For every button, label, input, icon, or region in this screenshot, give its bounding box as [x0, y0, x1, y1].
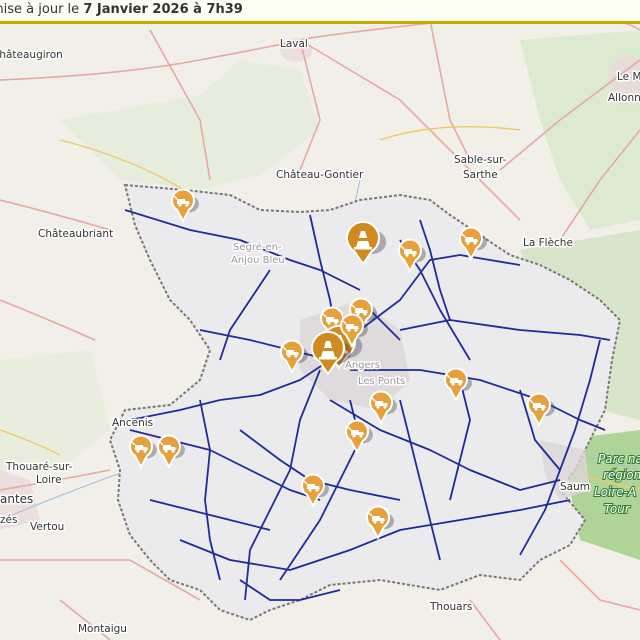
- label-thouare-2: Loire: [36, 474, 62, 486]
- label-sable-2: Sarthe: [463, 169, 498, 181]
- label-thouare-1: Thouaré-sur-: [5, 461, 73, 473]
- label-park-4: Tour: [604, 502, 631, 516]
- update-date: 7 Janvier 2026 à 7h39: [83, 2, 243, 17]
- label-allonnes: Allonne: [608, 92, 640, 104]
- label-la-fleche: La Flèche: [523, 237, 573, 249]
- label-reze: zés: [0, 514, 17, 526]
- label-park-1: Parc na: [598, 452, 640, 466]
- label-chateau-gontier: Château-Gontier: [276, 169, 364, 181]
- label-park-2: région: [603, 468, 640, 482]
- update-prefix: mise à jour le: [0, 2, 84, 17]
- label-nantes: antes: [0, 492, 33, 506]
- label-segre-1: Segré-en-: [233, 241, 282, 253]
- label-laval: Laval: [280, 38, 308, 50]
- label-montaigu: Montaigu: [78, 623, 127, 635]
- label-les-ponts: Les Ponts: [358, 376, 405, 387]
- map-canvas[interactable]: Laval Châteaugiron Le M Allonne Château-…: [0, 0, 640, 640]
- label-angers: Angers: [345, 360, 380, 371]
- label-ancenis: Ancenis: [112, 417, 153, 429]
- label-chateaubriant: Châteaubriant: [38, 228, 113, 240]
- label-segre-2: Anjou Bleu: [231, 255, 285, 266]
- label-le-mans: Le M: [617, 71, 640, 83]
- label-saumur: Saum: [560, 481, 590, 493]
- label-vertou: Vertou: [30, 521, 64, 533]
- label-thouars: Thouars: [429, 601, 472, 613]
- label-sable-1: Sable-sur-: [454, 154, 507, 166]
- label-chateaugiron: Châteaugiron: [0, 49, 63, 61]
- label-park-3: Loire-A: [594, 485, 636, 499]
- update-banner: mise à jour le 7 Janvier 2026 à 7h39: [0, 0, 640, 24]
